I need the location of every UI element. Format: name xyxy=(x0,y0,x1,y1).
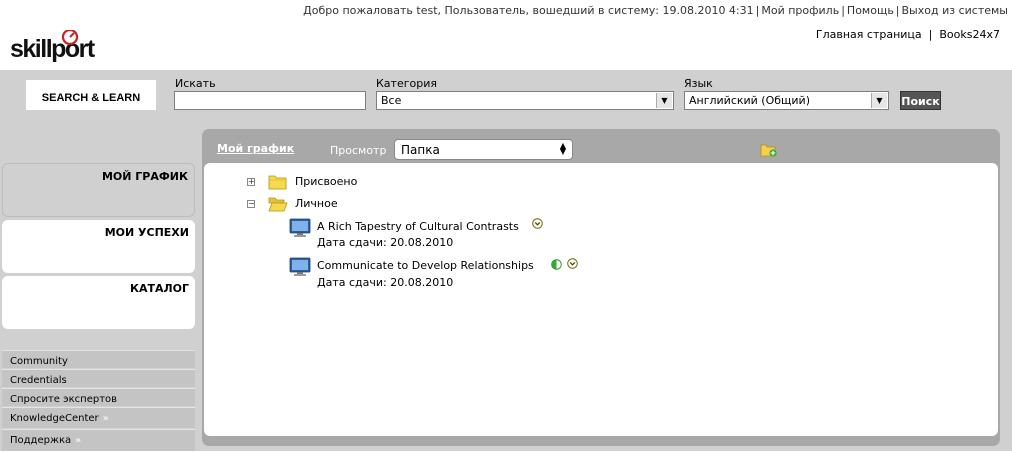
nav-tab-label: МОИ УСПЕХИ xyxy=(104,226,189,239)
course-title-link[interactable]: A Rich Tapestry of Cultural Contrasts xyxy=(317,220,519,233)
nav-link-label: Спросите экспертов xyxy=(10,394,118,405)
welcome-text: Добро пожаловать test, Пользователь, вош… xyxy=(303,4,754,17)
language-label: Язык xyxy=(684,77,713,90)
nav-link-credentials[interactable]: Credentials xyxy=(2,369,195,387)
expand-icon[interactable]: + xyxy=(247,178,255,186)
open-folder-icon xyxy=(268,195,288,212)
nav-link-ask-experts[interactable]: Спросите экспертов xyxy=(2,388,195,406)
my-schedule-link[interactable]: Мой график xyxy=(217,142,294,155)
search-learn-text: SEARCH & LEARN xyxy=(42,92,140,104)
monitor-icon xyxy=(289,257,311,277)
search-learn-logo: SEARCH & LEARN xyxy=(26,80,156,110)
view-select[interactable]: Папка ▲ ▼ xyxy=(394,139,573,160)
nav-link-knowledgecenter[interactable]: KnowledgeCenter» xyxy=(2,407,195,428)
view-value: Папка xyxy=(401,143,440,157)
nav-link-label: Поддержка xyxy=(10,435,72,446)
due-date: Дата сдачи: 20.08.2010 xyxy=(317,276,454,289)
skillport-logo[interactable]: skillport xyxy=(10,28,110,66)
home-link[interactable]: Главная страница xyxy=(816,28,922,41)
view-label: Просмотр xyxy=(330,144,387,157)
nav-tab-catalog[interactable]: КАТАЛОГ xyxy=(2,276,195,329)
nav-tab-my-achievements[interactable]: МОИ УСПЕХИ xyxy=(2,220,195,273)
course-title-link[interactable]: Communicate to Develop Relationships xyxy=(317,259,534,272)
top-links: Главная страница | Books24x7 xyxy=(815,28,1000,41)
nav-link-community[interactable]: Community xyxy=(2,350,195,368)
my-profile-link[interactable]: Мой профиль xyxy=(761,4,839,17)
folder-icon xyxy=(268,173,288,190)
options-chevron-icon[interactable] xyxy=(567,258,578,269)
nav-link-label: Community xyxy=(10,356,68,367)
nav-tab-label: МОЙ ГРАФИК xyxy=(101,170,188,183)
logo-text: skillport xyxy=(10,35,96,63)
search-input[interactable] xyxy=(174,91,366,110)
folder-label-assigned[interactable]: Присвоено xyxy=(295,175,357,188)
search-label: Искать xyxy=(175,77,216,90)
search-button[interactable]: Поиск xyxy=(900,91,941,110)
collapse-icon[interactable]: − xyxy=(247,200,255,208)
category-label: Категория xyxy=(376,77,437,90)
dropdown-arrow-icon: ▼ xyxy=(656,93,672,108)
up-down-arrow-icon: ▲ ▼ xyxy=(559,141,566,156)
language-value: Английский (Общий) xyxy=(689,94,810,107)
chevron-right-icon: » xyxy=(102,413,109,424)
category-select[interactable]: Все ▼ xyxy=(376,91,674,110)
monitor-icon xyxy=(289,218,311,238)
nav-link-support[interactable]: Поддержка» xyxy=(2,429,195,451)
folder-label-personal[interactable]: Личное xyxy=(295,197,338,210)
status-progress-icon xyxy=(551,259,562,270)
welcome-bar: Добро пожаловать test, Пользователь, вош… xyxy=(303,4,1008,17)
category-value: Все xyxy=(381,94,402,107)
dropdown-arrow-icon: ▼ xyxy=(871,93,887,108)
nav-link-label: Credentials xyxy=(10,375,67,386)
books24x7-link[interactable]: Books24x7 xyxy=(939,28,1000,41)
nav-tab-my-schedule[interactable]: МОЙ ГРАФИК xyxy=(2,163,195,217)
options-chevron-icon[interactable] xyxy=(532,218,543,229)
chevron-right-icon: » xyxy=(75,435,82,446)
logout-link[interactable]: Выход из системы xyxy=(902,4,1008,17)
nav-tab-label: КАТАЛОГ xyxy=(129,282,189,295)
due-date: Дата сдачи: 20.08.2010 xyxy=(317,236,454,249)
language-select[interactable]: Английский (Общий) ▼ xyxy=(684,91,889,110)
help-link[interactable]: Помощь xyxy=(847,4,894,17)
new-folder-icon[interactable] xyxy=(760,142,778,158)
nav-link-label: KnowledgeCenter xyxy=(10,413,99,424)
